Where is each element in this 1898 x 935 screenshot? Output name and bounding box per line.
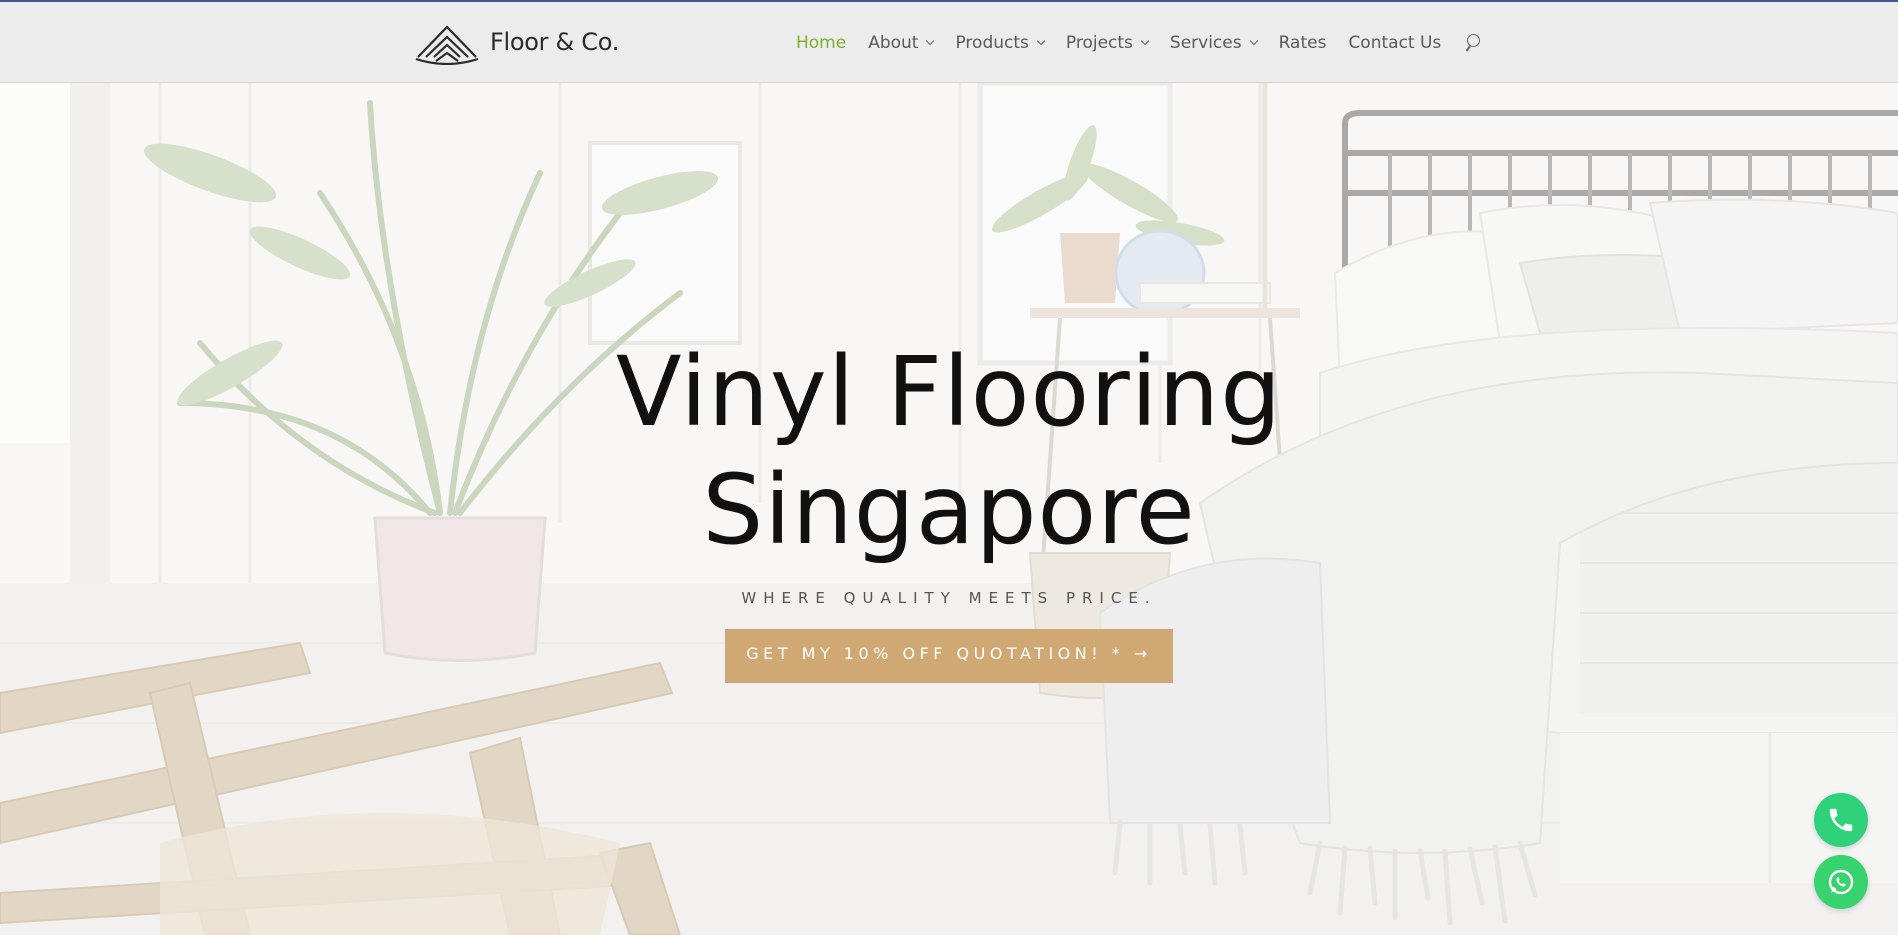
hero-content: Vinyl Flooring Singapore WHERE QUALITY M… bbox=[0, 333, 1898, 683]
hero-section: Vinyl Flooring Singapore WHERE QUALITY M… bbox=[0, 83, 1898, 935]
nav-item-contact-us[interactable]: Contact Us bbox=[1348, 33, 1441, 53]
chevron-down-icon bbox=[1249, 36, 1258, 46]
nav-label: Products bbox=[955, 33, 1029, 53]
chevron-down-icon bbox=[1140, 36, 1150, 46]
hero-title-line1: Vinyl Flooring bbox=[615, 336, 1283, 448]
brand-name: Floor & Co. bbox=[490, 28, 620, 56]
nav-label: Home bbox=[796, 33, 847, 53]
floating-whatsapp-button[interactable] bbox=[1814, 855, 1868, 909]
nav-item-home[interactable]: Home bbox=[796, 33, 846, 53]
phone-icon bbox=[1829, 808, 1853, 832]
logo-icon bbox=[415, 25, 479, 65]
nav-label: Rates bbox=[1278, 33, 1327, 53]
quotation-cta-button[interactable]: GET MY 10% OFF QUOTATION! * → bbox=[725, 629, 1173, 683]
whatsapp-icon bbox=[1828, 869, 1854, 895]
hero-subtitle: WHERE QUALITY MEETS PRICE. bbox=[741, 589, 1157, 607]
nav-label: Projects bbox=[1065, 33, 1133, 53]
chevron-down-icon bbox=[926, 36, 935, 46]
search-icon[interactable] bbox=[1465, 33, 1485, 53]
nav-item-projects[interactable]: Projects bbox=[1065, 33, 1150, 53]
nav-label: Contact Us bbox=[1348, 33, 1442, 53]
nav-item-about[interactable]: About bbox=[868, 33, 935, 53]
chevron-down-icon bbox=[1036, 36, 1046, 46]
nav-item-products[interactable]: Products bbox=[955, 33, 1046, 53]
nav-label: Services bbox=[1169, 33, 1242, 53]
main-nav: Home About Products Projects Services Ra… bbox=[796, 30, 1485, 56]
hero-title: Vinyl Flooring Singapore bbox=[0, 333, 1898, 569]
nav-item-rates[interactable]: Rates bbox=[1279, 33, 1327, 53]
hero-title-line2: Singapore bbox=[702, 454, 1196, 566]
nav-label: About bbox=[868, 33, 919, 53]
brand-logo[interactable]: Floor & Co. bbox=[414, 18, 619, 66]
nav-item-services[interactable]: Services bbox=[1169, 33, 1258, 53]
site-header: Floor & Co. Home About Products Projects… bbox=[0, 2, 1898, 83]
floating-phone-button[interactable] bbox=[1814, 793, 1868, 847]
